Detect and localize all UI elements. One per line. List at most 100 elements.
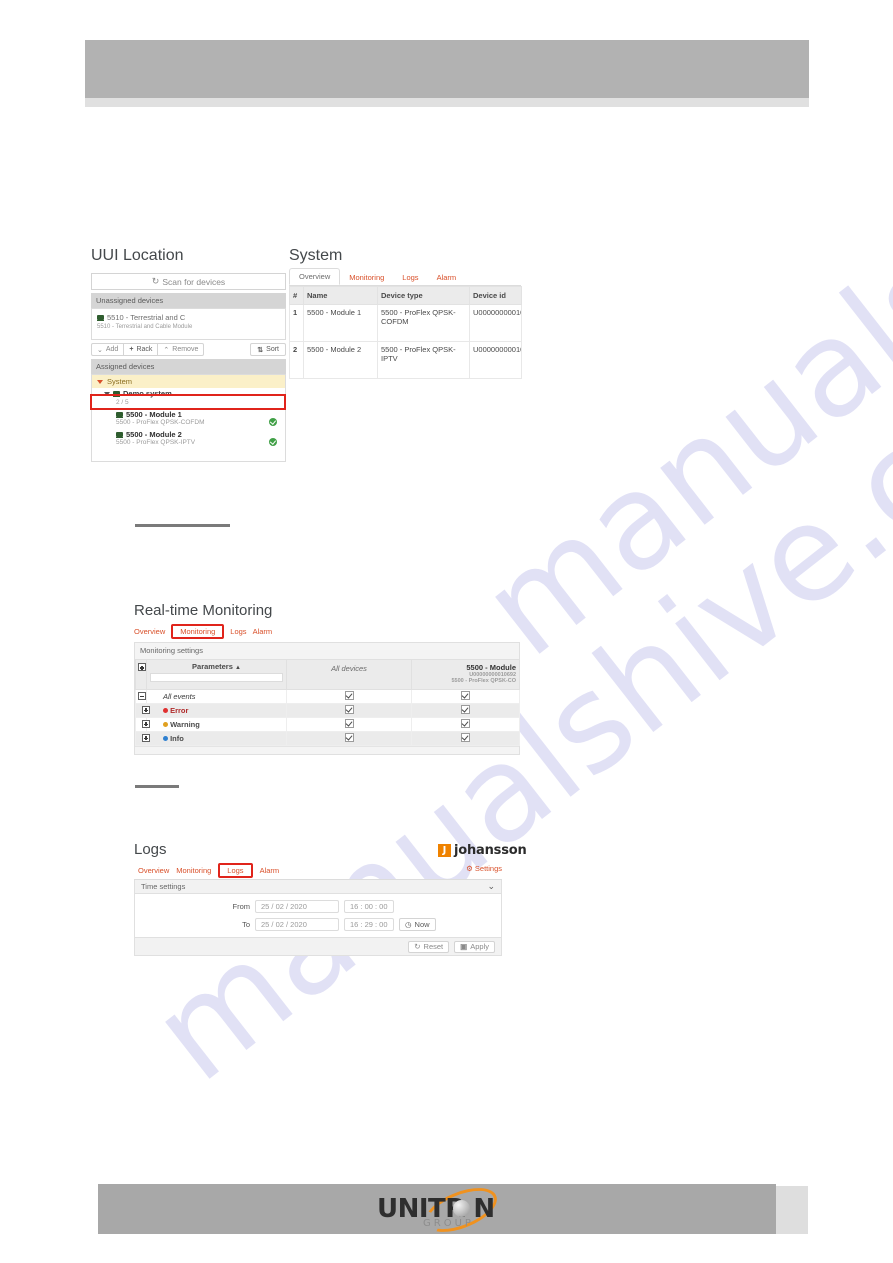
- collapse-minus-icon[interactable]: [138, 691, 146, 700]
- cell-name: 5500 - Module 1: [303, 304, 378, 342]
- col-parameters[interactable]: Parameters ▲: [146, 659, 287, 690]
- col-name[interactable]: Name: [303, 286, 378, 305]
- tree-item-module-1[interactable]: 5500 - Module 1 5500 - ProFlex QPSK-COFD…: [92, 410, 285, 426]
- row-device-checkbox[interactable]: [411, 717, 520, 732]
- checkbox-checked-icon[interactable]: [461, 705, 470, 714]
- from-date-input[interactable]: 25 / 02 / 2020: [255, 900, 339, 913]
- row-toggle-cell[interactable]: [135, 717, 150, 732]
- expand-plus-icon[interactable]: [142, 705, 150, 714]
- row-device-checkbox[interactable]: [411, 703, 520, 718]
- time-settings-header[interactable]: Time settings ⌄: [134, 880, 502, 894]
- now-button[interactable]: ◷ Now: [399, 918, 436, 931]
- reset-button[interactable]: ↻ Reset: [408, 940, 450, 953]
- tree-item-module-2[interactable]: 5500 - Module 2 5500 - ProFlex QPSK-IPTV: [92, 430, 285, 446]
- tab-logs[interactable]: Logs: [230, 626, 246, 637]
- johansson-mark-icon: J: [438, 844, 451, 857]
- sort-asc-icon[interactable]: ▲: [235, 665, 241, 671]
- row-all-devices-checkbox[interactable]: [286, 703, 412, 718]
- checkbox-checked-icon[interactable]: [461, 733, 470, 742]
- row-all-devices-checkbox[interactable]: [286, 731, 412, 746]
- col-device-5500-module[interactable]: 5500 - Module U00000000010692 5500 - Pro…: [411, 659, 520, 690]
- row-all-devices-checkbox[interactable]: [286, 689, 412, 704]
- tree-item-system[interactable]: System: [92, 375, 285, 388]
- sort-label: Sort: [266, 346, 279, 353]
- apply-label: Apply: [470, 942, 489, 951]
- tab-monitoring[interactable]: Monitoring: [171, 623, 225, 639]
- row-label: Warning: [170, 720, 200, 729]
- row-label: All events: [146, 689, 287, 704]
- row-toggle-cell[interactable]: [135, 689, 147, 704]
- refresh-icon: ↻: [151, 276, 160, 286]
- rack-button[interactable]: + Rack: [124, 343, 159, 356]
- table-row[interactable]: Info: [135, 731, 520, 746]
- tab-alarm[interactable]: Alarm: [260, 865, 280, 876]
- row-all-devices-checkbox[interactable]: [286, 717, 412, 732]
- table-row[interactable]: All events: [135, 689, 520, 704]
- logs-tabbar: Overview Monitoring Logs Alarm ⚙ Setting…: [134, 863, 502, 878]
- col-device-type[interactable]: Device type: [377, 286, 470, 305]
- figure2-title: Real-time Monitoring: [134, 602, 273, 619]
- figure-uui-location: UUI Location ↻ Scan for devices Unassign…: [91, 247, 286, 462]
- expand-all-cell[interactable]: [135, 659, 147, 690]
- table-row[interactable]: 2 5500 - Module 2 5500 - ProFlex QPSK-IP…: [289, 341, 522, 379]
- list-item[interactable]: 5510 - Terrestrial and C: [97, 313, 280, 322]
- page-header-bar: [85, 40, 809, 98]
- checkbox-checked-icon[interactable]: [461, 691, 470, 700]
- expand-plus-icon[interactable]: [138, 663, 146, 671]
- row-toggle-cell[interactable]: [135, 731, 150, 746]
- row-device-checkbox[interactable]: [411, 689, 520, 704]
- redacted-caption-1: [135, 524, 230, 527]
- expand-plus-icon[interactable]: [142, 719, 150, 728]
- tab-logs[interactable]: Logs: [393, 270, 427, 285]
- table-row[interactable]: 1 5500 - Module 1 5500 - ProFlex QPSK-CO…: [289, 304, 522, 342]
- caret-down-icon[interactable]: [97, 379, 103, 384]
- cell-index: 2: [289, 341, 304, 379]
- checkbox-checked-icon[interactable]: [344, 719, 354, 728]
- time-settings-body: From 25 / 02 / 2020 16 : 00 : 00 To 25 /…: [134, 894, 502, 938]
- scan-for-devices-button[interactable]: ↻ Scan for devices: [91, 273, 286, 290]
- checkbox-checked-icon[interactable]: [461, 719, 470, 728]
- from-time-input[interactable]: 16 : 00 : 00: [344, 900, 394, 913]
- remove-button[interactable]: ⌃ Remove: [158, 343, 205, 356]
- tab-alarm[interactable]: Alarm: [428, 270, 466, 285]
- to-date-input[interactable]: 25 / 02 / 2020: [255, 918, 339, 931]
- johansson-logo: J johansson: [438, 843, 527, 858]
- unitron-logo: UNITR N GROUP: [377, 1179, 505, 1241]
- table-row[interactable]: Warning: [135, 717, 520, 732]
- parameters-filter-input[interactable]: [150, 673, 283, 682]
- table-row[interactable]: Error: [135, 703, 520, 718]
- settings-link[interactable]: ⚙ Settings: [466, 864, 502, 873]
- col-parameters-label: Parameters: [192, 662, 233, 671]
- settings-link-label: Settings: [474, 864, 502, 873]
- tree-item-module-1-type: 5500 - ProFlex QPSK-COFDM: [116, 419, 205, 426]
- apply-button[interactable]: ▣ Apply: [454, 940, 495, 953]
- tab-overview[interactable]: Overview: [134, 626, 165, 637]
- time-settings-label: Time settings: [141, 882, 186, 891]
- tab-monitoring[interactable]: Monitoring: [340, 270, 393, 285]
- to-time-input[interactable]: 16 : 29 : 00: [344, 918, 394, 931]
- col-device-id[interactable]: Device id: [469, 286, 522, 305]
- sort-button[interactable]: ⇅ Sort: [250, 343, 286, 356]
- download-icon: ⌄: [97, 346, 103, 354]
- row-label-cell: Info: [146, 731, 287, 746]
- now-label: Now: [414, 920, 430, 929]
- checkbox-checked-icon[interactable]: [344, 691, 354, 700]
- monitoring-hscrollbar[interactable]: [135, 746, 519, 754]
- tab-monitoring[interactable]: Monitoring: [176, 865, 211, 876]
- expand-plus-icon[interactable]: [142, 733, 150, 742]
- figure1-right-title: System: [289, 247, 343, 264]
- tab-overview[interactable]: Overview: [289, 268, 341, 285]
- col-all-devices[interactable]: All devices: [286, 659, 412, 690]
- add-button[interactable]: ⌄ Add: [91, 343, 125, 356]
- save-icon: ▣: [460, 942, 468, 951]
- chevron-down-icon[interactable]: ⌄: [487, 881, 495, 892]
- figure1-left-title: UUI Location: [91, 247, 184, 264]
- tab-overview[interactable]: Overview: [138, 865, 169, 876]
- row-device-checkbox[interactable]: [411, 731, 520, 746]
- checkbox-checked-icon[interactable]: [344, 733, 354, 742]
- tab-alarm[interactable]: Alarm: [253, 626, 273, 637]
- row-toggle-cell[interactable]: [135, 703, 150, 718]
- monitoring-settings-panel: Monitoring settings Parameters ▲ All dev…: [134, 642, 520, 755]
- checkbox-checked-icon[interactable]: [344, 705, 354, 714]
- tab-logs[interactable]: Logs: [218, 863, 253, 878]
